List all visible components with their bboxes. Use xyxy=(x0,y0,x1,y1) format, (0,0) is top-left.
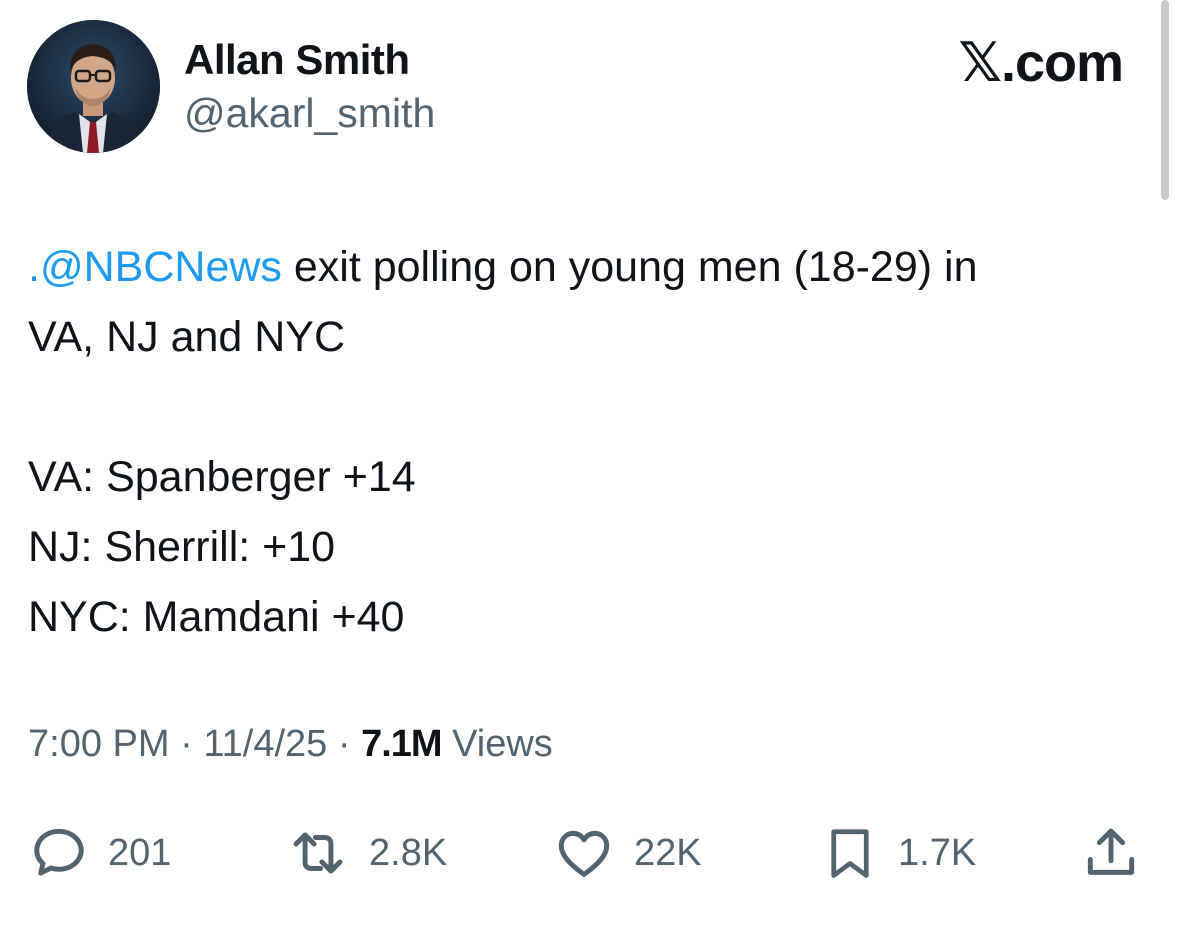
brand-domain: .com xyxy=(1000,33,1124,93)
tweet-line-1: .@NBCNews exit polling on young men (18-… xyxy=(28,232,1158,302)
tweet-line-2: VA, NJ and NYC xyxy=(28,313,346,361)
like-count: 22K xyxy=(634,831,702,874)
reply-icon xyxy=(34,828,84,876)
tweet-meta: 7:00 PM · 11/4/25 · 7.1M Views xyxy=(28,723,553,766)
result-va: VA: Spanberger +14 xyxy=(28,453,416,501)
bookmark-button[interactable]: 1.7K xyxy=(820,818,976,888)
meta-separator: · xyxy=(327,723,362,765)
site-brand: 𝕏.com xyxy=(958,31,1124,94)
author-display-name[interactable]: Allan Smith xyxy=(184,36,410,84)
views-count: 7.1M xyxy=(361,723,442,765)
result-nyc: NYC: Mamdani +40 xyxy=(28,593,405,641)
tweet-line-1-text: exit polling on young men (18-29) in xyxy=(281,243,978,291)
tweet-date[interactable]: 11/4/25 xyxy=(203,723,327,765)
avatar-photo xyxy=(27,20,160,153)
share-icon xyxy=(1087,828,1135,875)
reply-count: 201 xyxy=(108,831,172,874)
like-icon xyxy=(558,830,610,877)
bookmark-icon xyxy=(831,829,869,878)
repost-count: 2.8K xyxy=(369,831,448,874)
action-bar: 201 2.8K 22K 1.7K xyxy=(0,818,1179,888)
meta-separator: · xyxy=(169,723,204,765)
author-handle[interactable]: @akarl_smith xyxy=(184,90,435,137)
repost-icon xyxy=(293,832,343,874)
bookmark-count: 1.7K xyxy=(898,831,977,874)
reply-button[interactable]: 201 xyxy=(28,818,171,888)
x-logo-icon: 𝕏 xyxy=(958,31,1002,94)
result-nj: NJ: Sherrill: +10 xyxy=(28,523,336,571)
mention-link[interactable]: .@NBCNews xyxy=(28,243,282,291)
scrollbar[interactable] xyxy=(1161,0,1169,200)
share-button[interactable] xyxy=(1080,818,1142,888)
tweet-time[interactable]: 7:00 PM xyxy=(28,723,170,765)
repost-button[interactable]: 2.8K xyxy=(285,818,447,888)
views-label: Views xyxy=(452,723,553,765)
avatar[interactable] xyxy=(27,20,160,153)
like-button[interactable]: 22K xyxy=(552,818,702,888)
tweet-text: .@NBCNews exit polling on young men (18-… xyxy=(28,232,1158,652)
